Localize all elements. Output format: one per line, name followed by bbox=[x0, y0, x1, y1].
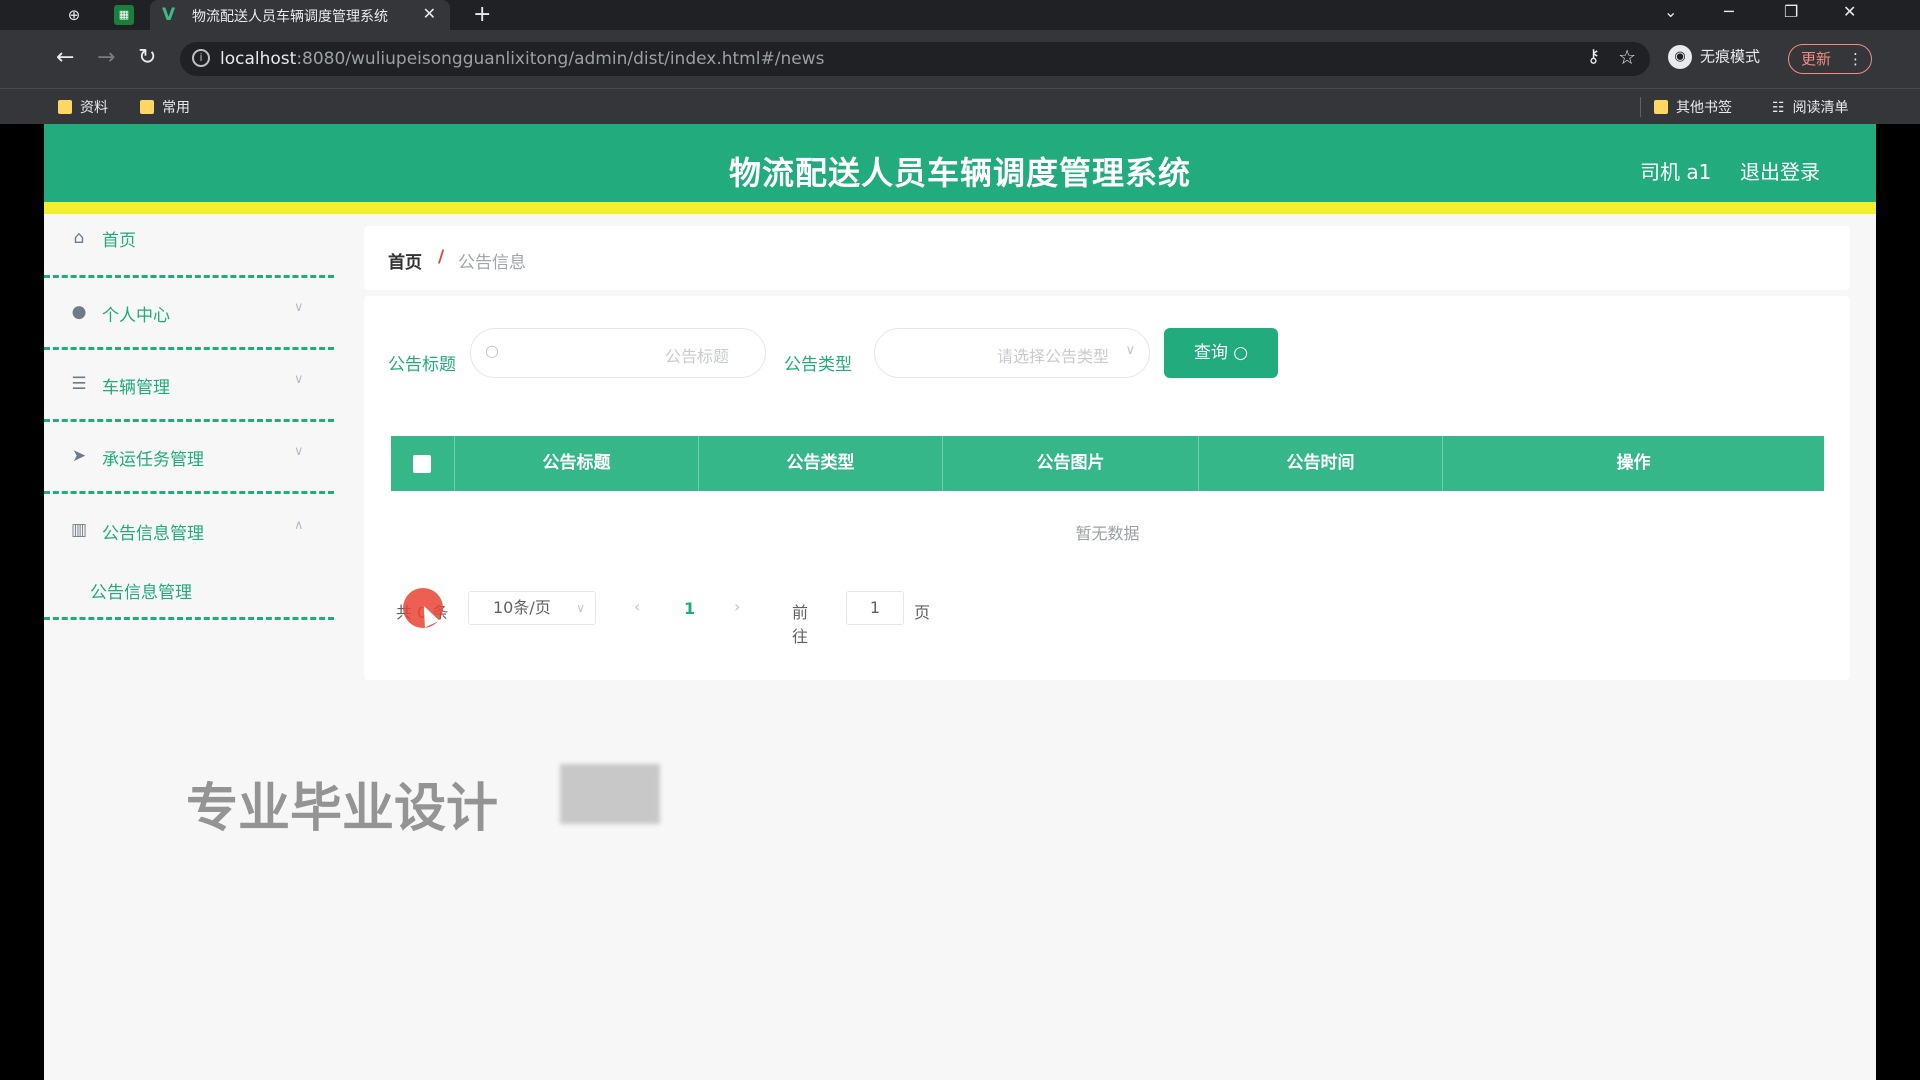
title-search-input[interactable]: ○ 公告标题 bbox=[470, 328, 766, 378]
tab-search-icon[interactable]: ⌄ bbox=[1664, 2, 1677, 21]
bookmark-folder[interactable]: 资料 bbox=[58, 97, 108, 117]
bookmark-separator bbox=[1640, 97, 1641, 117]
folder-icon bbox=[1654, 100, 1668, 114]
type-select-placeholder: 请选择公告类型 bbox=[996, 347, 1109, 366]
page-size-select[interactable]: 10条/页 ∨ bbox=[468, 591, 596, 625]
browser-tab-active[interactable]: V 物流配送人员车辆调度管理系统 ✕ bbox=[150, 0, 450, 30]
column-header: 公告图片 bbox=[943, 436, 1199, 491]
title-filter-label: 公告标题 bbox=[388, 355, 456, 375]
breadcrumb: 首页 / 公告信息 bbox=[364, 226, 1850, 290]
vue-icon: V bbox=[162, 5, 176, 25]
forward-icon[interactable]: → bbox=[97, 45, 115, 70]
reading-list-icon: ☷ bbox=[1772, 100, 1785, 116]
page-number[interactable]: 1 bbox=[684, 599, 695, 618]
column-header: 公告类型 bbox=[699, 436, 943, 491]
screen: ⊕ ▦ V 物流配送人员车辆调度管理系统 ✕ + ⌄ ─ ❐ ✕ ← → ↻ i… bbox=[0, 0, 1920, 1080]
close-tab-icon[interactable]: ✕ bbox=[423, 4, 436, 23]
next-page-icon[interactable]: › bbox=[734, 597, 740, 616]
sidebar: ⌂ 首页 ● 个人中心 ∨ ☰ 车辆管理 ∨ ➤ 承运任务管理 ∨ ▥ 公告信息… bbox=[44, 214, 334, 1080]
goto-label: 前往 bbox=[792, 603, 809, 646]
chevron-down-icon: ∨ bbox=[1125, 343, 1135, 358]
submenu-item-notices[interactable]: 公告信息管理 bbox=[44, 560, 334, 620]
sidebar-item-home[interactable]: ⌂ 首页 bbox=[44, 214, 334, 278]
tab-title: 物流配送人员车辆调度管理系统 bbox=[192, 9, 388, 25]
breadcrumb-separator: / bbox=[438, 247, 445, 267]
column-header: 公告时间 bbox=[1199, 436, 1443, 491]
prev-page-icon[interactable]: ‹ bbox=[634, 597, 640, 616]
menu-dots-icon[interactable]: ⋮ bbox=[1848, 45, 1863, 73]
app-header: 物流配送人员车辆调度管理系统 司机 a1 退出登录 bbox=[44, 124, 1876, 214]
chevron-up-icon: ∧ bbox=[294, 518, 304, 533]
breadcrumb-current: 公告信息 bbox=[458, 253, 526, 273]
chevron-down-icon: ∨ bbox=[294, 300, 304, 315]
column-header: 公告标题 bbox=[455, 436, 699, 491]
title-search-placeholder: 公告标题 bbox=[664, 347, 729, 366]
watermark-text: 专业毕业设计 bbox=[186, 779, 499, 839]
current-user: 司机 a1 bbox=[1640, 160, 1712, 184]
bookmark-folder[interactable]: 常用 bbox=[140, 97, 190, 117]
incognito-indicator[interactable]: ◉ 无痕模式 bbox=[1668, 45, 1760, 73]
query-button[interactable]: 查询 ○ bbox=[1164, 328, 1278, 378]
bookmark-folder[interactable]: 其他书签 bbox=[1654, 97, 1732, 117]
send-icon: ➤ bbox=[71, 446, 87, 466]
home-icon: ⌂ bbox=[73, 228, 85, 248]
browser-toolbar: ← → ↻ i localhost:8080/wuliupeisongguanl… bbox=[0, 30, 1920, 88]
app-title: 物流配送人员车辆调度管理系统 bbox=[728, 154, 1191, 192]
sheet-tab-icon[interactable]: ▦ bbox=[114, 5, 134, 25]
sidebar-item-vehicles[interactable]: ☰ 车辆管理 ∨ bbox=[44, 350, 334, 422]
select-all-cell bbox=[391, 436, 455, 491]
update-button[interactable]: 更新 ⋮ bbox=[1788, 44, 1872, 74]
logout-button[interactable]: 退出登录 bbox=[1740, 156, 1820, 185]
url-text[interactable]: localhost:8080/wuliupeisongguanlixitong/… bbox=[220, 49, 824, 69]
incognito-label: 无痕模式 bbox=[1700, 47, 1761, 66]
goto-page-input[interactable]: 1 bbox=[846, 591, 904, 625]
site-info-icon[interactable]: i bbox=[192, 49, 210, 67]
header-accent-bar bbox=[44, 202, 1876, 214]
bookmarks-bar: 资料 常用 其他书签 ☷ 阅读清单 bbox=[0, 88, 1920, 124]
list-icon: ☰ bbox=[71, 374, 87, 394]
main-content: 公告标题 ○ 公告标题 公告类型 请选择公告类型 ∨ 查询 ○ 公告标题 公告类… bbox=[364, 296, 1850, 680]
incognito-icon: ◉ bbox=[1668, 45, 1692, 69]
select-all-checkbox[interactable] bbox=[413, 455, 431, 473]
minimize-icon[interactable]: ─ bbox=[1724, 2, 1734, 21]
type-filter-label: 公告类型 bbox=[784, 355, 852, 375]
type-select[interactable]: 请选择公告类型 ∨ bbox=[874, 328, 1150, 378]
table-header: 公告标题 公告类型 公告图片 公告时间 操作 bbox=[391, 436, 1824, 491]
app-page: 物流配送人员车辆调度管理系统 司机 a1 退出登录 ⌂ 首页 ● 个人中心 ∨ … bbox=[44, 124, 1876, 1080]
sidebar-item-tasks[interactable]: ➤ 承运任务管理 ∨ bbox=[44, 422, 334, 494]
column-header: 操作 bbox=[1616, 453, 1651, 473]
folder-icon bbox=[58, 100, 72, 114]
close-window-icon[interactable]: ✕ bbox=[1843, 2, 1856, 21]
chevron-down-icon: ∨ bbox=[576, 601, 585, 615]
search-icon: ○ bbox=[485, 341, 499, 360]
reading-list[interactable]: ☷ 阅读清单 bbox=[1772, 97, 1849, 117]
update-label: 更新 bbox=[1801, 50, 1832, 68]
back-icon[interactable]: ← bbox=[56, 45, 74, 70]
globe-icon[interactable]: ⊕ bbox=[64, 5, 84, 25]
page-unit-label: 页 bbox=[914, 603, 931, 622]
bookmark-star-icon[interactable]: ☆ bbox=[1618, 45, 1636, 69]
chevron-down-icon: ∨ bbox=[294, 372, 304, 387]
sidebar-item-profile[interactable]: ● 个人中心 ∨ bbox=[44, 278, 334, 350]
user-icon: ● bbox=[71, 302, 87, 322]
browser-tab-bar: ⊕ ▦ V 物流配送人员车辆调度管理系统 ✕ + ⌄ ─ ❐ ✕ bbox=[0, 0, 1920, 30]
sidebar-item-notices[interactable]: ▥ 公告信息管理 ∧ bbox=[44, 496, 334, 560]
watermark-blur bbox=[560, 764, 660, 824]
new-tab-icon[interactable]: + bbox=[473, 2, 491, 27]
restore-icon[interactable]: ❐ bbox=[1784, 2, 1798, 21]
table-empty-text: 暂无数据 bbox=[1075, 524, 1140, 543]
address-bar[interactable]: i localhost:8080/wuliupeisongguanlixiton… bbox=[180, 42, 1650, 76]
password-key-icon[interactable]: ⚷ bbox=[1587, 46, 1600, 67]
reload-icon[interactable]: ↻ bbox=[138, 45, 156, 70]
chart-icon: ▥ bbox=[70, 520, 88, 540]
breadcrumb-home[interactable]: 首页 bbox=[388, 248, 422, 273]
search-icon: ○ bbox=[1233, 343, 1249, 363]
folder-icon bbox=[140, 100, 154, 114]
chevron-down-icon: ∨ bbox=[294, 444, 304, 459]
